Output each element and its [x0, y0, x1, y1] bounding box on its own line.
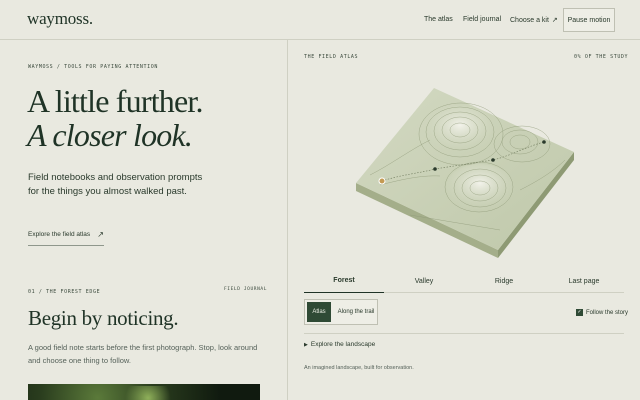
forest-photo — [28, 384, 260, 400]
hero-headline-line1: A little further. — [27, 83, 204, 119]
nav-the-atlas[interactable]: The atlas — [424, 16, 453, 23]
study-progress: 0% OF THE STUDY — [574, 54, 629, 60]
section-title: Begin by noticing. — [28, 306, 179, 330]
arrow-up-right-icon: ↗ — [97, 230, 104, 239]
tab-ridge[interactable]: Ridge — [464, 269, 544, 293]
view-toggle: Atlas Along the trail — [304, 299, 378, 325]
toggle-along-trail-button[interactable]: Along the trail — [335, 302, 377, 322]
atlas-footnote: An imagined landscape, built for observa… — [304, 365, 414, 371]
follow-story-checkbox[interactable]: ✓ — [576, 309, 583, 316]
explore-field-atlas-link[interactable]: Explore the field atlas ↗ — [28, 230, 104, 246]
column-divider — [287, 40, 288, 400]
tab-valley[interactable]: Valley — [384, 269, 464, 293]
arrow-up-right-icon: ↗ — [551, 17, 558, 24]
trail-point-2[interactable] — [491, 158, 495, 162]
divider — [304, 333, 624, 334]
tab-forest[interactable]: Forest — [304, 269, 384, 293]
section-number: 01 / THE FOREST EDGE — [28, 289, 101, 295]
trail-point-3[interactable] — [542, 140, 546, 144]
hill-north — [426, 106, 494, 154]
nav-field-journal[interactable]: Field journal — [463, 16, 501, 23]
nav-choose-a-kit-label: Choose a kit — [510, 17, 549, 24]
trail-point-1[interactable] — [433, 167, 437, 171]
nav-choose-a-kit[interactable]: Choose a kit ↗ — [510, 16, 558, 24]
follow-story-toggle[interactable]: ✓ Follow the story — [576, 309, 628, 316]
hero-eyebrow: WAYMOSS / TOOLS FOR PAYING ATTENTION — [28, 64, 158, 70]
hero-headline-line2: A closer look. — [27, 117, 193, 153]
hero-lede: Field notebooks and observation prompts … — [28, 172, 203, 197]
terrain-map[interactable] — [350, 80, 580, 260]
explore-field-atlas-label: Explore the field atlas — [28, 231, 91, 238]
atlas-tabs: Forest Valley Ridge Last page — [304, 269, 624, 293]
triangle-right-icon: ▶ — [304, 342, 308, 348]
toggle-atlas-button[interactable]: Atlas — [307, 302, 331, 322]
section-tag: FIELD JOURNAL — [224, 287, 268, 292]
pause-motion-button[interactable]: Pause motion — [563, 8, 615, 32]
follow-story-label: Follow the story — [586, 309, 629, 316]
explore-landscape-disclosure[interactable]: ▶ Explore the landscape — [304, 341, 375, 348]
explore-landscape-label: Explore the landscape — [310, 341, 376, 348]
start-marker[interactable] — [378, 177, 386, 185]
tab-last-page[interactable]: Last page — [544, 269, 624, 293]
section-body: A good field note starts before the firs… — [28, 343, 258, 365]
logo[interactable]: waymoss. — [27, 9, 93, 29]
forest-photo-glow — [118, 386, 178, 400]
atlas-label: THE FIELD ATLAS — [304, 54, 359, 60]
hill-south — [446, 164, 514, 212]
site-header: waymoss. The atlas Field journal Choose … — [0, 0, 640, 40]
